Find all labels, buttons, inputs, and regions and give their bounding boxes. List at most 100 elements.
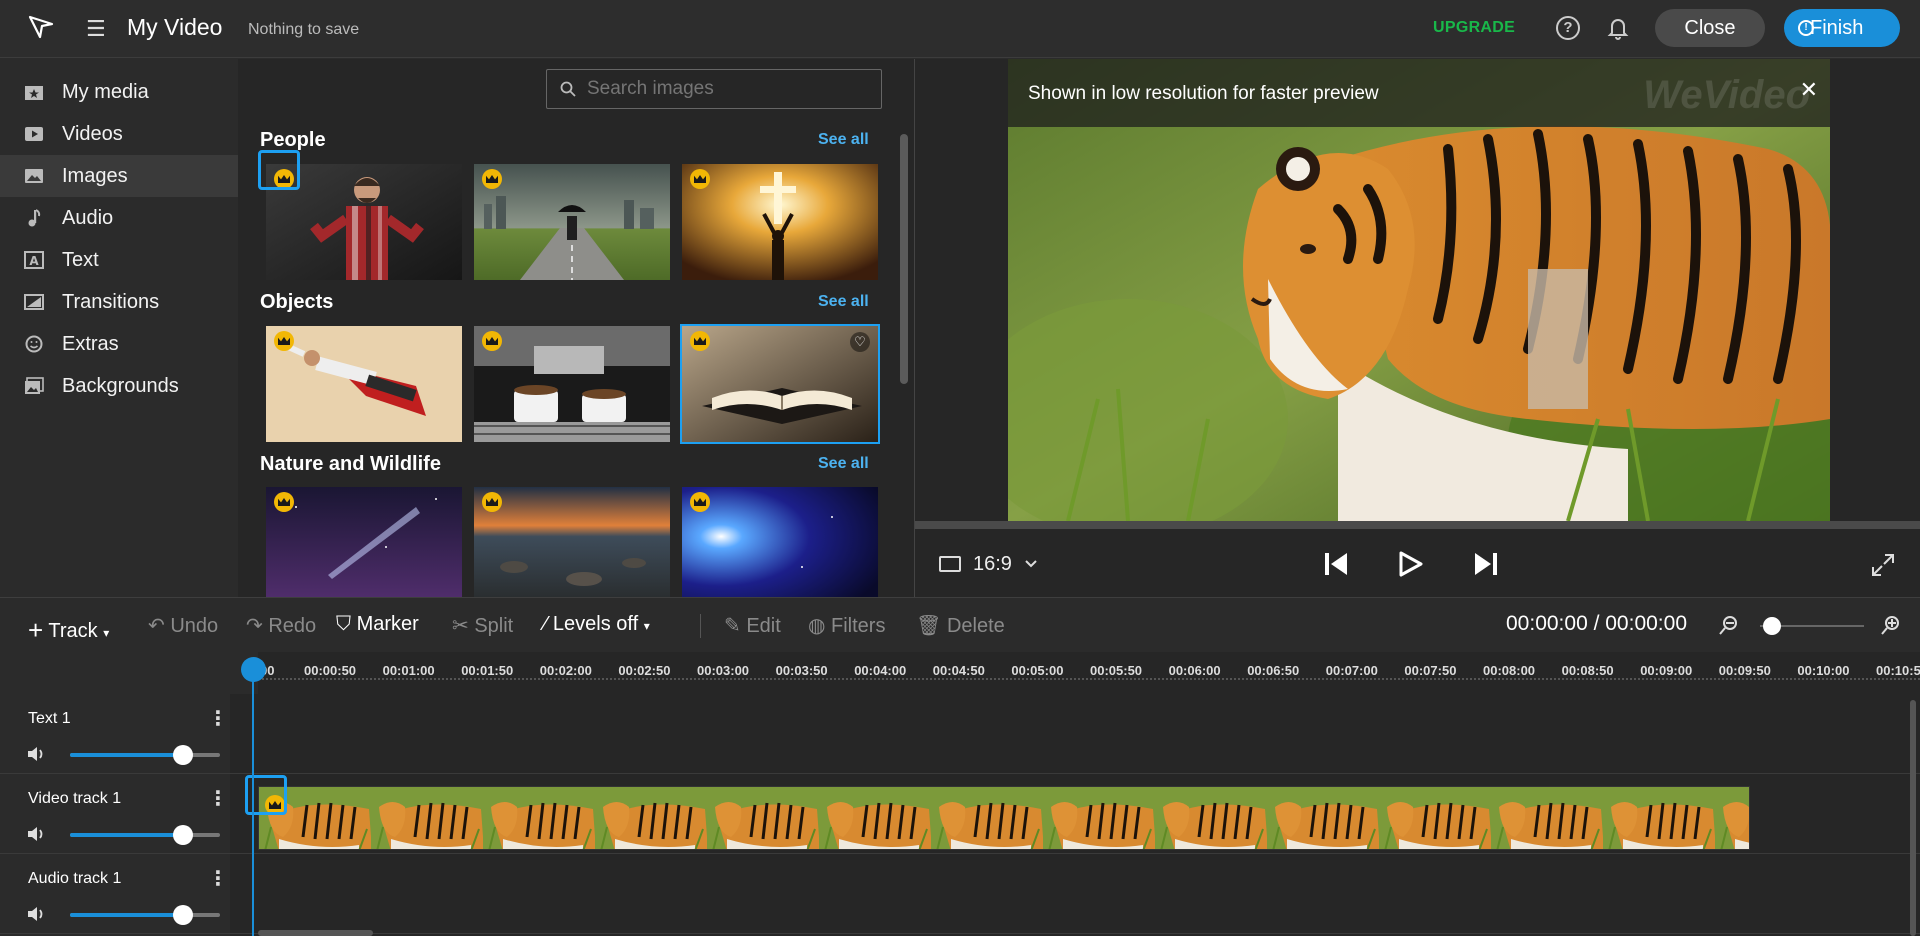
volume-icon[interactable] <box>26 905 46 923</box>
video-clip-tiger[interactable] <box>258 786 1750 850</box>
aspect-ratio-select[interactable]: 16:9 <box>973 553 1012 576</box>
image-thumb-umbrella-road[interactable] <box>474 164 670 280</box>
see-all-nature-link[interactable]: See all <box>818 455 869 473</box>
image-thumb-open-book[interactable]: ♡ <box>680 324 880 444</box>
track-name[interactable]: Audio track 1 <box>28 870 121 888</box>
levels-button[interactable]: ⁄ Levels off ▾ <box>544 613 650 636</box>
close-icon[interactable]: ✕ <box>1800 77 1818 103</box>
ruler-tick-label: 00:08:00 <box>1483 663 1536 678</box>
track-header-text-1: Text 1 ⋮ <box>0 694 230 774</box>
playhead-handle[interactable] <box>241 657 266 682</box>
volume-slider[interactable] <box>70 825 220 845</box>
timeline-horizontal-scrollbar[interactable] <box>258 930 373 936</box>
redo-button[interactable]: ↷ Redo <box>246 613 316 638</box>
timeline-track-area <box>230 694 1920 936</box>
sidebar-item-audio[interactable]: Audio <box>0 197 238 239</box>
more-vertical-icon[interactable]: ⋮ <box>208 866 228 891</box>
see-all-people-link[interactable]: See all <box>818 131 869 149</box>
fullscreen-icon[interactable] <box>1871 553 1895 577</box>
clip-frame-thumbnail <box>1491 787 1604 849</box>
clip-frame-thumbnail <box>1043 787 1156 849</box>
help-icon[interactable]: ? <box>1556 16 1580 40</box>
favorite-heart-icon[interactable]: ♡ <box>850 332 870 352</box>
undo-button[interactable]: ↶ Undo <box>148 613 218 638</box>
volume-slider-thumb[interactable] <box>172 905 193 925</box>
image-thumb-flying-superhero[interactable] <box>266 326 462 442</box>
wevideo-watermark: WeVideo <box>1643 73 1810 117</box>
transition-icon <box>24 294 44 310</box>
ruler-tick-label: 00:03:00 <box>697 663 750 678</box>
chevron-down-icon[interactable] <box>1025 559 1037 569</box>
volume-icon[interactable] <box>26 745 46 763</box>
zoom-in-icon[interactable] <box>1880 614 1902 636</box>
hamburger-menu-icon[interactable]: ☰ <box>86 16 106 42</box>
add-track-button[interactable]: + Track ▾ <box>28 613 109 645</box>
skip-back-icon[interactable] <box>1323 551 1349 577</box>
filters-icon: ◍ <box>808 615 826 637</box>
sidebar-item-transitions[interactable]: Transitions <box>0 281 238 323</box>
redo-icon: ↷ <box>246 615 263 637</box>
upgrade-link[interactable]: UPGRADE <box>1433 19 1515 37</box>
filters-button[interactable]: ◍ Filters <box>808 613 885 638</box>
sidebar-item-label: Images <box>62 165 128 187</box>
clip-frame-thumbnail <box>1155 787 1268 849</box>
split-label: Split <box>474 615 514 637</box>
ruler-tick-label: 00:06:00 <box>1168 663 1221 678</box>
timeline-vertical-scrollbar[interactable] <box>1910 700 1916 936</box>
volume-slider-thumb[interactable] <box>172 745 193 765</box>
zoom-out-icon[interactable] <box>1718 614 1740 636</box>
thumb-image <box>474 326 670 442</box>
finish-button[interactable]: ! Finish <box>1784 9 1900 47</box>
marker-button[interactable]: ⛉ Marker <box>336 613 419 636</box>
premium-crown-icon <box>482 492 502 512</box>
more-vertical-icon[interactable]: ⋮ <box>208 786 228 811</box>
redo-label: Redo <box>268 615 317 637</box>
delete-button[interactable]: 🗑 Delete <box>916 613 1005 638</box>
more-vertical-icon[interactable]: ⋮ <box>208 706 228 731</box>
wevideo-logo-icon[interactable] <box>28 14 54 40</box>
skip-forward-icon[interactable] <box>1473 551 1499 577</box>
zoom-slider-thumb[interactable] <box>1763 617 1781 635</box>
preview-progress-bar[interactable] <box>915 521 1920 529</box>
split-button[interactable]: ✂ Split <box>452 613 513 638</box>
play-icon[interactable] <box>1399 551 1423 577</box>
sidebar-item-my-media[interactable]: My media <box>0 71 238 113</box>
track-name[interactable]: Text 1 <box>28 710 71 728</box>
search-images-input[interactable] <box>546 69 882 109</box>
volume-slider[interactable] <box>70 905 220 925</box>
sidebar-item-videos[interactable]: Videos <box>0 113 238 155</box>
preview-video-frame[interactable]: WeVideo Shown in low resolution for fast… <box>1008 59 1830 521</box>
image-thumb-blue-galaxy[interactable] <box>682 487 878 597</box>
sidebar-item-label: Backgrounds <box>62 375 179 397</box>
volume-icon[interactable] <box>26 825 46 843</box>
sidebar-item-images[interactable]: Images <box>0 155 238 197</box>
ruler-tick-label: 00:04:00 <box>854 663 907 678</box>
close-button[interactable]: Close <box>1655 9 1765 47</box>
image-thumb-espresso-machine[interactable] <box>474 326 670 442</box>
notification-bell-icon[interactable] <box>1606 15 1630 41</box>
ruler-tick-label: 00:08:50 <box>1561 663 1614 678</box>
aspect-ratio-icon[interactable] <box>939 556 961 572</box>
project-title[interactable]: My Video <box>127 14 222 41</box>
add-track-label: Track <box>48 620 98 642</box>
clip-frame-thumbnail <box>1715 787 1749 849</box>
image-thumb-night-flashlight[interactable] <box>266 487 462 597</box>
premium-crown-icon <box>482 331 502 351</box>
ruler-tick-label: 00:00:50 <box>304 663 357 678</box>
clip-frame-thumbnail <box>819 787 932 849</box>
sidebar-item-backgrounds[interactable]: Backgrounds <box>0 365 238 407</box>
sidebar-item-text[interactable]: A Text <box>0 239 238 281</box>
timeline-ruler[interactable]: 00 00:00:50 00:01:00 00:01:50 00:02:00 00:02:… <box>258 652 1920 694</box>
image-thumb-cross-light[interactable] <box>682 164 878 280</box>
edit-button[interactable]: ✎ Edit <box>724 613 781 638</box>
volume-slider-thumb[interactable] <box>172 825 193 845</box>
see-all-objects-link[interactable]: See all <box>818 293 869 311</box>
image-thumb-rocky-beach[interactable] <box>474 487 670 597</box>
track-name[interactable]: Video track 1 <box>28 790 121 808</box>
audio-track-lane[interactable] <box>230 854 1920 934</box>
sidebar-item-extras[interactable]: Extras <box>0 323 238 365</box>
media-scrollbar[interactable] <box>900 134 908 384</box>
volume-slider[interactable] <box>70 745 220 765</box>
text-track-lane[interactable] <box>230 694 1920 774</box>
track-header-audio-1: Audio track 1 ⋮ <box>0 854 230 934</box>
